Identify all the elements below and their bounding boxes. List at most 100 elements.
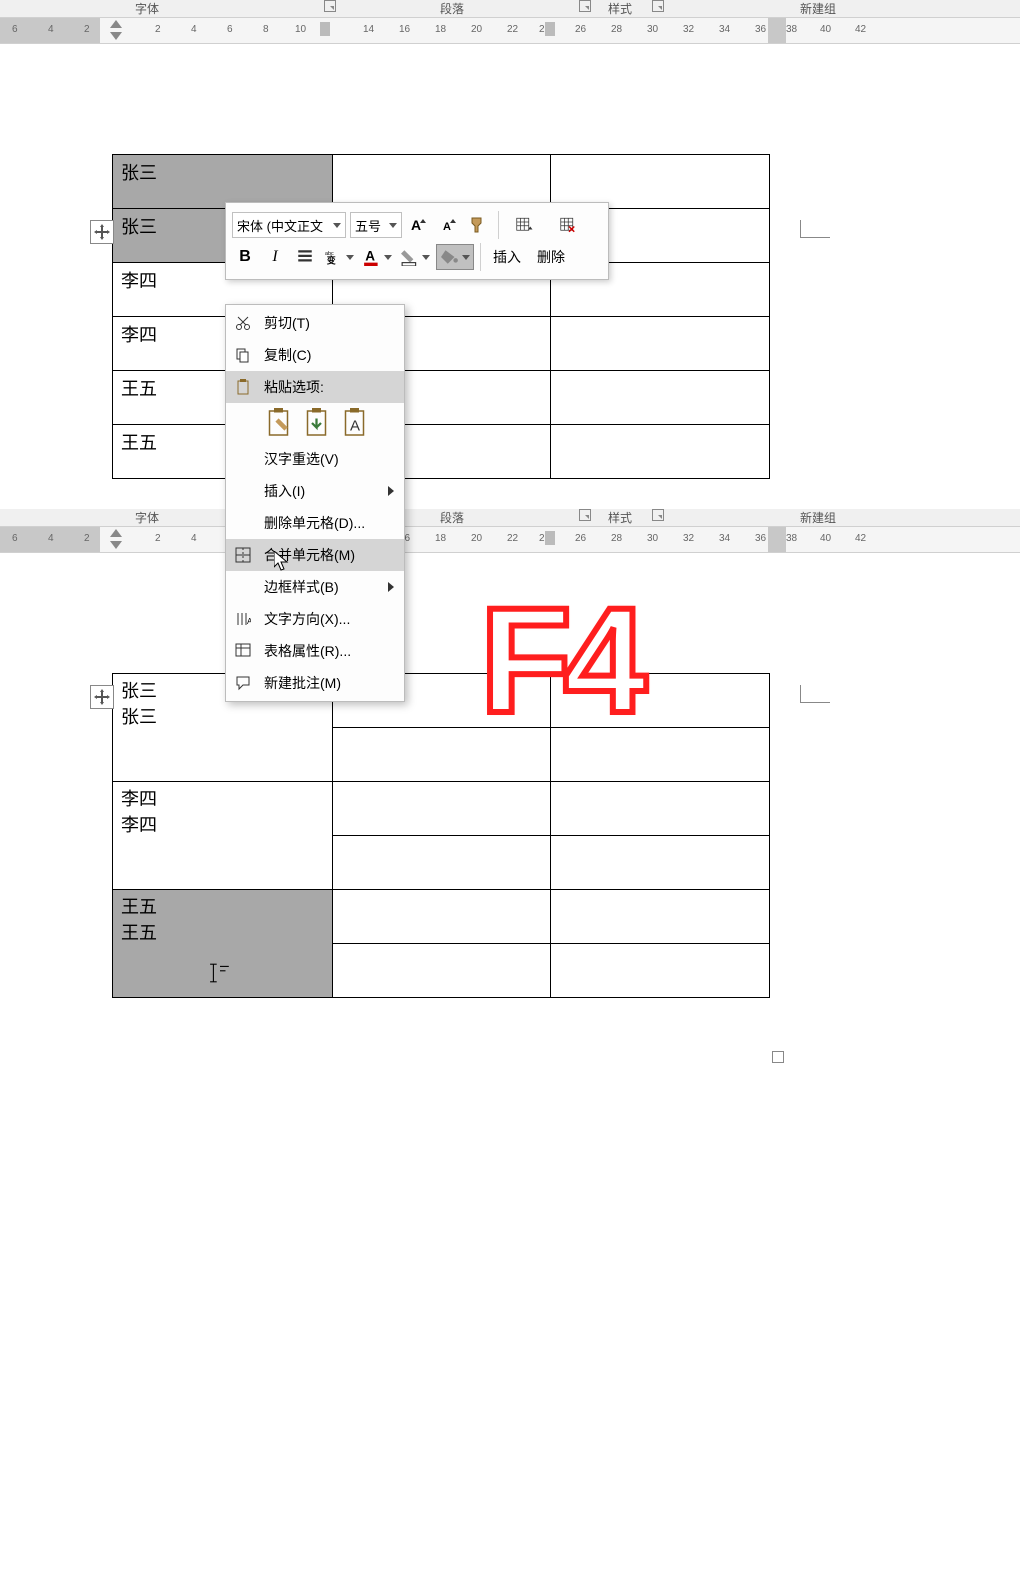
ribbon-group-new: 新建组 xyxy=(800,509,836,526)
align-icon xyxy=(296,248,314,266)
bold-button[interactable]: B xyxy=(232,244,258,270)
table-delete-dropdown[interactable] xyxy=(549,212,589,238)
table-cell-merged-selected[interactable]: 王五 王五 xyxy=(113,890,333,998)
table-cell[interactable] xyxy=(551,425,770,479)
font-color-button[interactable]: A xyxy=(360,244,394,270)
dialog-launcher-styles[interactable] xyxy=(648,509,664,524)
menu-cut[interactable]: 剪切(T) xyxy=(226,307,404,339)
indent-marker[interactable] xyxy=(110,20,122,40)
table-row[interactable]: 王五 xyxy=(113,425,770,479)
grow-font-button[interactable]: A xyxy=(406,212,432,238)
table-cell[interactable] xyxy=(332,155,551,209)
italic-icon: I xyxy=(272,248,277,266)
menu-label: 表格属性(R)... xyxy=(264,641,394,661)
ruler-tick: 30 xyxy=(647,533,658,544)
horizontal-ruler[interactable]: 6 4 2 2 4 6 8 10 14 16 18 20 22 2 26 28 … xyxy=(0,527,1020,553)
menu-copy[interactable]: 复制(C) xyxy=(226,339,404,371)
ruler-tab-stop[interactable] xyxy=(545,22,555,36)
indent-marker[interactable] xyxy=(110,529,122,549)
shrink-font-button[interactable]: A xyxy=(436,212,462,238)
dialog-launcher-font[interactable] xyxy=(320,0,336,15)
highlight-button[interactable] xyxy=(398,244,432,270)
table-cell-merged[interactable]: 李四 李四 xyxy=(113,782,333,890)
table-cell[interactable] xyxy=(551,371,770,425)
table-cell[interactable] xyxy=(551,944,770,998)
paste-text-only[interactable]: A xyxy=(340,408,372,438)
ruler-tab-stop[interactable] xyxy=(320,22,330,36)
table-cell[interactable] xyxy=(551,782,770,836)
insert-button[interactable]: 插入 xyxy=(487,247,527,267)
ruler-tick: 18 xyxy=(435,24,446,35)
table-cell[interactable] xyxy=(332,782,551,836)
blank-icon xyxy=(232,448,254,470)
table-row[interactable]: 李四 李四 xyxy=(113,782,770,836)
format-painter-button[interactable] xyxy=(466,212,492,238)
table-cell[interactable] xyxy=(551,836,770,890)
ruler-margin-right xyxy=(768,18,786,44)
ruler-tick: 6 xyxy=(12,24,18,35)
table-move-handle[interactable] xyxy=(90,220,114,244)
page-corner-mark xyxy=(800,220,830,238)
menu-text-direction[interactable]: A 文字方向(X)... xyxy=(226,603,404,635)
dialog-launcher-paragraph[interactable] xyxy=(575,0,591,15)
font-name-value: 宋体 (中文正文 xyxy=(237,216,323,235)
menu-table-properties[interactable]: 表格属性(R)... xyxy=(226,635,404,667)
ruler-tick: 22 xyxy=(507,24,518,35)
table-cell[interactable] xyxy=(332,836,551,890)
font-size-dropdown[interactable]: 五号 xyxy=(350,212,402,238)
ruler-tick: 38 xyxy=(786,533,797,544)
document-table-2[interactable]: 张三 张三 李四 李四 王五 王五 xyxy=(112,673,770,998)
paint-bucket-icon xyxy=(441,248,459,266)
table-cell[interactable] xyxy=(551,890,770,944)
menu-paste-options[interactable]: 粘贴选项: xyxy=(226,371,404,403)
table-cell[interactable] xyxy=(551,155,770,209)
horizontal-ruler[interactable]: 6 4 2 2 4 6 8 10 14 16 18 20 22 2 26 28 … xyxy=(0,18,1020,44)
table-cell[interactable] xyxy=(332,944,551,998)
context-menu[interactable]: 剪切(T) 复制(C) 粘贴选项: A 汉字重选(V) 插入(I) 删除单元格(… xyxy=(225,304,405,702)
blank-icon xyxy=(232,576,254,598)
table-row[interactable]: 李四 xyxy=(113,317,770,371)
menu-border-styles[interactable]: 边框样式(B) xyxy=(226,571,404,603)
ruler-tick: 22 xyxy=(507,533,518,544)
ruler-margin-right xyxy=(768,527,786,553)
ruler-tick: 38 xyxy=(786,24,797,35)
ruler-tick: 42 xyxy=(855,533,866,544)
document-page-1[interactable]: 张三 张三 李四 李四 王五 王五 xyxy=(0,44,1020,509)
menu-new-comment[interactable]: 新建批注(M) xyxy=(226,667,404,699)
ruler-tab-stop[interactable] xyxy=(545,531,555,545)
table-cell[interactable]: 张三 xyxy=(113,155,333,209)
caret-down-icon xyxy=(422,255,430,260)
comment-icon xyxy=(232,672,254,694)
paste-merge-format[interactable] xyxy=(302,408,334,438)
dialog-launcher-paragraph[interactable] xyxy=(575,509,591,524)
shading-button[interactable] xyxy=(436,244,474,270)
table-insert-dropdown[interactable] xyxy=(505,212,545,238)
table-cell[interactable] xyxy=(551,317,770,371)
ruler-tick: 10 xyxy=(295,24,306,35)
mini-toolbar[interactable]: 宋体 (中文正文 五号 A A B I abc变 A 插入 删除 xyxy=(225,202,609,280)
table-cell[interactable] xyxy=(332,890,551,944)
align-button[interactable] xyxy=(292,244,318,270)
menu-hanzi-reselect[interactable]: 汉字重选(V) xyxy=(226,443,404,475)
menu-delete-cells[interactable]: 删除单元格(D)... xyxy=(226,507,404,539)
table-move-handle[interactable] xyxy=(90,685,114,709)
table-row[interactable]: 王五 xyxy=(113,371,770,425)
phonetic-icon: abc变 xyxy=(325,248,343,266)
menu-label: 插入(I) xyxy=(264,481,388,501)
menu-insert[interactable]: 插入(I) xyxy=(226,475,404,507)
table-resize-handle[interactable] xyxy=(772,1051,784,1063)
font-name-dropdown[interactable]: 宋体 (中文正文 xyxy=(232,212,346,238)
copy-icon xyxy=(232,344,254,366)
menu-merge-cells[interactable]: 合并单元格(M) xyxy=(226,539,404,571)
italic-button[interactable]: I xyxy=(262,244,288,270)
paste-keep-source[interactable] xyxy=(264,408,296,438)
ruler-tick: 8 xyxy=(263,24,269,35)
dialog-launcher-styles[interactable] xyxy=(648,0,664,15)
table-row[interactable]: 张三 张三 xyxy=(113,674,770,728)
table-row[interactable]: 王五 王五 xyxy=(113,890,770,944)
phonetic-guide-button[interactable]: abc变 xyxy=(322,244,356,270)
ruler-tick: 4 xyxy=(48,533,54,544)
table-delete-icon xyxy=(560,216,578,234)
table-row[interactable]: 张三 xyxy=(113,155,770,209)
delete-button[interactable]: 删除 xyxy=(531,247,571,267)
